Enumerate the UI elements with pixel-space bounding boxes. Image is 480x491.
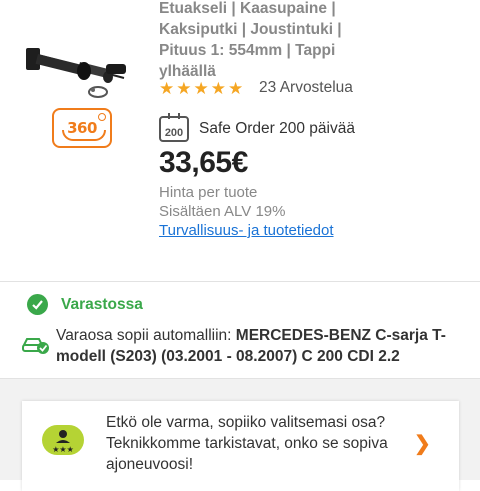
check-icon xyxy=(27,294,48,315)
vehicle-fit-text: Varaosa sopii automalliin: MERCEDES-BENZ… xyxy=(56,325,466,367)
star-icon: ★ xyxy=(159,79,175,98)
360-view-icon[interactable]: 360 xyxy=(52,108,112,148)
star-icon: ★ xyxy=(193,79,209,98)
star-icon: ★ xyxy=(210,79,226,98)
help-text: Etkö ole varma, sopiiko valitsemasi osa?… xyxy=(106,414,388,473)
star-icon: ★ xyxy=(176,79,192,98)
product-image[interactable] xyxy=(20,38,132,102)
svg-text:★★★: ★★★ xyxy=(52,445,74,454)
rating-stars[interactable]: ★ ★ ★ ★ ★ xyxy=(159,80,243,98)
divider xyxy=(0,281,480,282)
chevron-right-icon[interactable]: ❯ xyxy=(414,431,431,456)
price-note: Hinta per tuote xyxy=(159,184,258,201)
safety-info-link[interactable]: Turvallisuus- ja tuotetiedot xyxy=(159,222,334,239)
vat-note: Sisältäen ALV 19% xyxy=(159,203,286,220)
reviews-link[interactable]: 23 Arvostelua xyxy=(259,79,353,97)
technician-icon: ★★★ xyxy=(42,425,84,455)
star-icon: ★ xyxy=(228,79,244,98)
car-check-icon xyxy=(22,338,49,354)
product-specs: Etuakseli | Kaasupaine | Kaksiputki | Jo… xyxy=(159,0,342,80)
safe-order-text: Safe Order 200 päivää xyxy=(199,120,355,137)
price: 33,65€ xyxy=(159,146,248,179)
calendar-200-icon: 200 xyxy=(159,113,189,142)
stock-status: Varastossa xyxy=(61,296,143,313)
fit-prefix: Varaosa sopii automalliin: xyxy=(56,327,236,344)
